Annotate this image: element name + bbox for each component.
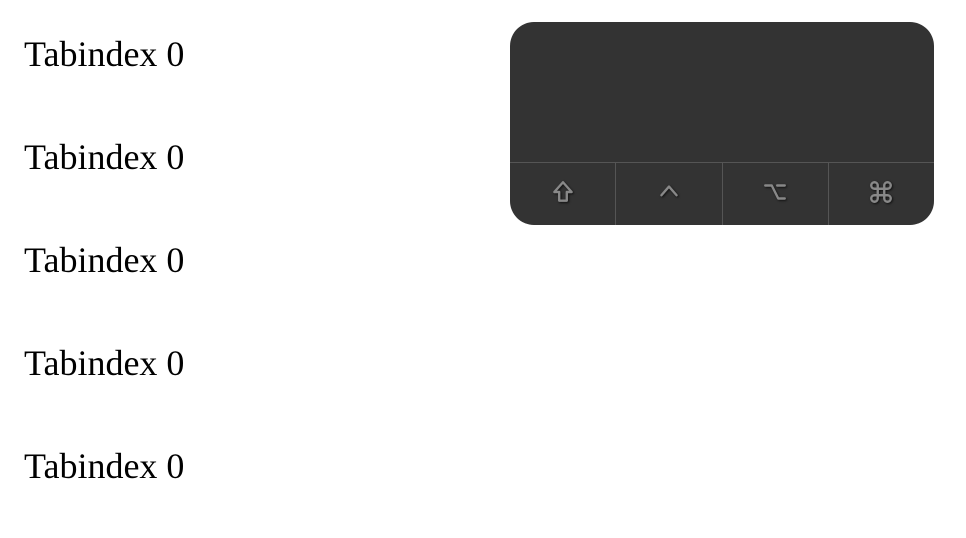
option-key[interactable] [723,163,829,225]
control-icon [656,179,682,210]
panel-display-area[interactable] [510,22,934,163]
modifier-key-panel [510,22,934,225]
tabindex-item[interactable]: Tabindex 0 [24,242,966,278]
shift-key[interactable] [510,163,616,225]
command-key[interactable] [829,163,934,225]
command-icon [868,179,894,210]
tabindex-item[interactable]: Tabindex 0 [24,345,966,381]
control-key[interactable] [616,163,722,225]
tabindex-item[interactable]: Tabindex 0 [24,448,966,484]
modifier-keys-row [510,163,934,225]
shift-icon [550,179,576,210]
option-icon [762,179,788,210]
